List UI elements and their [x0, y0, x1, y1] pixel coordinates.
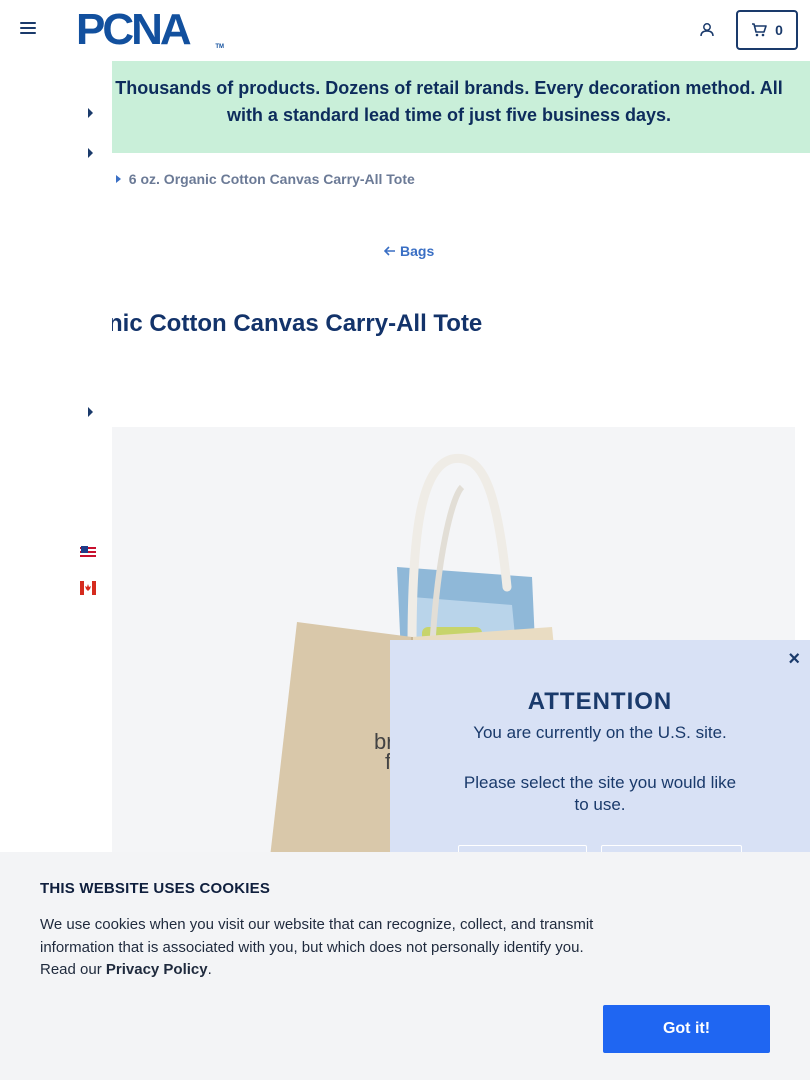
got-it-button[interactable]: Got it!: [603, 1005, 770, 1053]
cart-icon: [752, 23, 767, 37]
pcna-logo[interactable]: PCNA TM: [76, 8, 226, 52]
privacy-policy-link[interactable]: Privacy Policy: [106, 961, 208, 978]
promo-banner: Thousands of products. Dozens of retail …: [0, 61, 810, 153]
cookie-title: THIS WEBSITE USES COOKIES: [40, 880, 271, 897]
back-link-label: Bags: [400, 243, 435, 259]
menu-expand-icon[interactable]: [88, 108, 93, 118]
logo-text: PCNA: [76, 5, 192, 54]
menu-icon[interactable]: [20, 22, 36, 38]
cookie-period: .: [207, 961, 212, 978]
logo-tm: TM: [215, 44, 224, 50]
us-flag-icon[interactable]: [80, 546, 96, 560]
arrow-left-icon: [384, 246, 395, 256]
cart-count: 0: [775, 22, 783, 38]
cookie-body: We use cookies when you visit our websit…: [40, 914, 600, 982]
back-to-bags-link[interactable]: Bags: [384, 243, 434, 259]
modal-heading: ATTENTION: [527, 688, 673, 715]
site-header: PCNA TM 0: [0, 0, 810, 61]
breadcrumb-current: 6 oz. Organic Cotton Canvas Carry-All To…: [128, 171, 415, 187]
modal-current-site-text: You are currently on the U.S. site.: [473, 723, 727, 742]
close-icon[interactable]: ×: [788, 648, 800, 671]
account-icon[interactable]: [699, 22, 715, 38]
breadcrumb: s 6 oz. Organic Cotton Canvas Carry-All …: [100, 171, 415, 187]
breadcrumb-separator-icon: [115, 175, 121, 183]
cookie-banner: THIS WEBSITE USES COOKIES We use cookies…: [0, 852, 810, 1080]
product-title: ganic Cotton Canvas Carry-All Tote: [80, 310, 483, 337]
modal-select-text: Please select the site you would like to…: [463, 773, 737, 814]
canada-flag-icon[interactable]: [80, 581, 96, 595]
banner-text: Thousands of products. Dozens of retail …: [115, 78, 783, 125]
cart-button[interactable]: 0: [736, 10, 798, 50]
menu-expand-icon[interactable]: [88, 148, 93, 158]
menu-expand-icon[interactable]: [88, 407, 93, 417]
